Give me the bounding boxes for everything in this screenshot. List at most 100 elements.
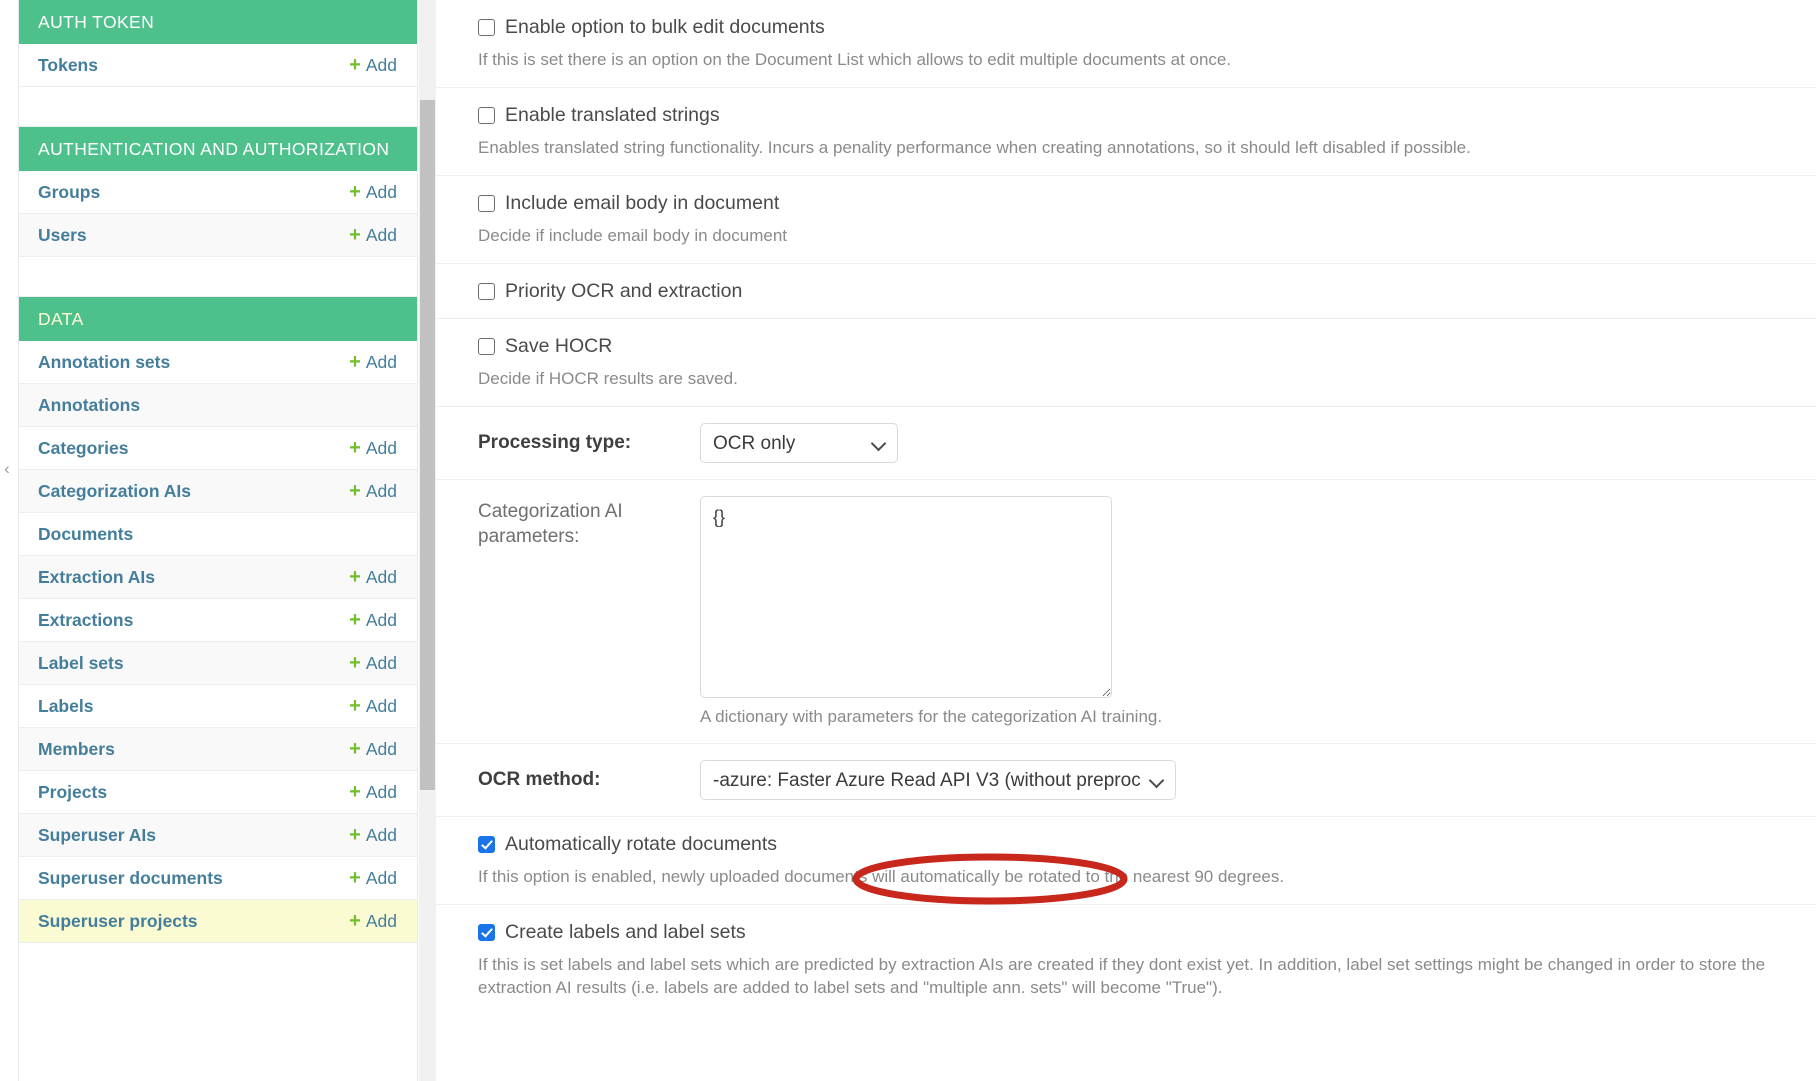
sidebar-item-tokens[interactable]: Tokens + Add: [19, 44, 417, 87]
plus-icon: +: [349, 781, 361, 803]
sidebar-add-label: Add: [365, 480, 397, 501]
checkbox-row-create-labels-and-label-sets[interactable]: Create labels and label sets: [436, 921, 1816, 943]
sidebar-item-label[interactable]: Projects: [38, 782, 107, 803]
sidebar-add-link[interactable]: + Add: [349, 868, 397, 889]
sidebar-item-label[interactable]: Extractions: [38, 610, 133, 631]
checkbox-row-automatically-rotate-documents[interactable]: Automatically rotate documents: [436, 833, 1816, 855]
form-field-row: Include email body in document Decide if …: [436, 175, 1816, 263]
sidebar-item-groups[interactable]: Groups + Add: [19, 171, 417, 214]
sidebar-item-label[interactable]: Documents: [38, 524, 133, 545]
sidebar-app-list: AUTH TOKEN Tokens + Add AUTHENTICATION AND A…: [18, 0, 418, 1081]
checkbox-label[interactable]: Include email body in document: [505, 192, 779, 214]
checkbox-unchecked-icon[interactable]: [478, 337, 495, 355]
textarea-categorization-ai-parameters[interactable]: [700, 496, 1112, 698]
sidebar-item-label[interactable]: Extraction AIs: [38, 567, 155, 588]
sidebar-item-annotations[interactable]: Annotations: [19, 384, 417, 427]
checkbox-label[interactable]: Create labels and label sets: [505, 921, 746, 943]
sidebar-item-superuser-projects[interactable]: Superuser projects + Add: [19, 900, 417, 943]
sidebar-item-label[interactable]: Users: [38, 225, 87, 246]
checkbox-checked-icon[interactable]: [478, 923, 495, 941]
plus-icon: +: [349, 480, 361, 502]
sidebar-add-link[interactable]: + Add: [349, 653, 397, 674]
plus-icon: +: [349, 867, 361, 889]
checkbox-unchecked-icon[interactable]: [478, 106, 495, 124]
sidebar-add-link[interactable]: + Add: [349, 696, 397, 717]
sidebar-item-projects[interactable]: Projects + Add: [19, 771, 417, 814]
sidebar-item-label[interactable]: Superuser projects: [38, 911, 198, 932]
sidebar-item-label[interactable]: Categories: [38, 438, 128, 459]
form-field-row: Processing type: OCR only: [436, 406, 1816, 479]
field-help-text: Decide if include email body in document: [478, 226, 788, 245]
select-processing-type[interactable]: OCR only: [700, 423, 898, 463]
sidebar-item-label[interactable]: Label sets: [38, 653, 124, 674]
sidebar-add-label: Add: [365, 781, 397, 802]
checkbox-row-save-hocr[interactable]: Save HOCR: [436, 335, 1816, 357]
sidebar-item-label[interactable]: Labels: [38, 696, 93, 717]
sidebar-item-label[interactable]: Superuser documents: [38, 868, 223, 889]
form-field-row: Priority OCR and extraction: [436, 263, 1816, 318]
sidebar-add-link[interactable]: + Add: [349, 825, 397, 846]
sidebar-item-extraction-ais[interactable]: Extraction AIs + Add: [19, 556, 417, 599]
field-help-text: If this is set there is an option on the…: [478, 50, 1232, 69]
field-help-text: If this option is enabled, newly uploade…: [478, 867, 1285, 886]
sidebar-item-label[interactable]: Members: [38, 739, 115, 760]
sidebar-item-label[interactable]: Annotations: [38, 395, 140, 416]
sidebar-add-link[interactable]: + Add: [349, 55, 397, 76]
sidebar-add-link[interactable]: + Add: [349, 481, 397, 502]
sidebar-add-link[interactable]: + Add: [349, 225, 397, 246]
sidebar-item-extractions[interactable]: Extractions + Add: [19, 599, 417, 642]
sidebar-item-users[interactable]: Users + Add: [19, 214, 417, 257]
form-field-row: OCR method: -azure: Faster Azure Read API…: [436, 743, 1816, 816]
sidebar-add-link[interactable]: + Add: [349, 739, 397, 760]
sidebar-item-label[interactable]: Annotation sets: [38, 352, 170, 373]
select-wrapper: OCR only: [700, 423, 898, 463]
sidebar-item-label[interactable]: Categorization AIs: [38, 481, 191, 502]
checkbox-row-enable-translated-strings[interactable]: Enable translated strings: [436, 104, 1816, 126]
textarea-row-categorization-ai-parameters: Categorization AI parameters:: [436, 496, 1816, 698]
checkbox-unchecked-icon[interactable]: [478, 18, 495, 36]
checkbox-label[interactable]: Enable option to bulk edit documents: [505, 16, 825, 38]
sidebar-item-label[interactable]: Tokens: [38, 55, 98, 76]
checkbox-unchecked-icon[interactable]: [478, 282, 495, 300]
sidebar-add-link[interactable]: + Add: [349, 352, 397, 373]
sidebar-group-spacer: [19, 257, 417, 297]
sidebar-item-label[interactable]: Groups: [38, 182, 100, 203]
sidebar-add-link[interactable]: + Add: [349, 610, 397, 631]
sidebar: ‹ AUTH TOKEN Tokens + Add AUTHENTICATION AND…: [0, 0, 436, 1081]
field-help-text: Decide if HOCR results are saved.: [478, 369, 738, 388]
checkbox-row-priority-ocr-and-extraction[interactable]: Priority OCR and extraction: [436, 280, 1816, 302]
sidebar-scrollbar-thumb[interactable]: [420, 100, 435, 790]
sidebar-add-link[interactable]: + Add: [349, 567, 397, 588]
sidebar-app-group: AUTHENTICATION AND AUTHORIZATION Groups + A…: [19, 127, 417, 297]
sidebar-item-label-sets[interactable]: Label sets + Add: [19, 642, 417, 685]
checkbox-row-enable-option-to-bulk-edit-documents[interactable]: Enable option to bulk edit documents: [436, 16, 1816, 38]
field-help-text: If this is set labels and label sets whi…: [478, 955, 1766, 997]
plus-icon: +: [349, 824, 361, 846]
sidebar-item-superuser-ais[interactable]: Superuser AIs + Add: [19, 814, 417, 857]
checkbox-label[interactable]: Automatically rotate documents: [505, 833, 777, 855]
sidebar-add-label: Add: [365, 224, 397, 245]
select-ocr-method[interactable]: -azure: Faster Azure Read API V3 (withou…: [700, 760, 1176, 800]
sidebar-item-label[interactable]: Superuser AIs: [38, 825, 156, 846]
sidebar-item-annotation-sets[interactable]: Annotation sets + Add: [19, 341, 417, 384]
plus-icon: +: [349, 652, 361, 674]
sidebar-app-group: DATA Annotation sets + Add Annotations Catego…: [19, 297, 417, 943]
sidebar-add-link[interactable]: + Add: [349, 438, 397, 459]
sidebar-add-link[interactable]: + Add: [349, 782, 397, 803]
checkbox-label[interactable]: Priority OCR and extraction: [505, 280, 742, 302]
checkbox-label[interactable]: Save HOCR: [505, 335, 612, 357]
sidebar-item-superuser-documents[interactable]: Superuser documents + Add: [19, 857, 417, 900]
sidebar-add-link[interactable]: + Add: [349, 182, 397, 203]
checkbox-unchecked-icon[interactable]: [478, 194, 495, 212]
sidebar-item-categories[interactable]: Categories + Add: [19, 427, 417, 470]
sidebar-item-labels[interactable]: Labels + Add: [19, 685, 417, 728]
sidebar-add-link[interactable]: + Add: [349, 911, 397, 932]
sidebar-collapse-chevron-icon[interactable]: ‹: [0, 455, 14, 483]
sidebar-item-categorization-ais[interactable]: Categorization AIs + Add: [19, 470, 417, 513]
sidebar-item-members[interactable]: Members + Add: [19, 728, 417, 771]
checkbox-row-include-email-body-in-document[interactable]: Include email body in document: [436, 192, 1816, 214]
plus-icon: +: [349, 54, 361, 76]
checkbox-checked-icon[interactable]: [478, 835, 495, 853]
sidebar-item-documents[interactable]: Documents: [19, 513, 417, 556]
checkbox-label[interactable]: Enable translated strings: [505, 104, 720, 126]
